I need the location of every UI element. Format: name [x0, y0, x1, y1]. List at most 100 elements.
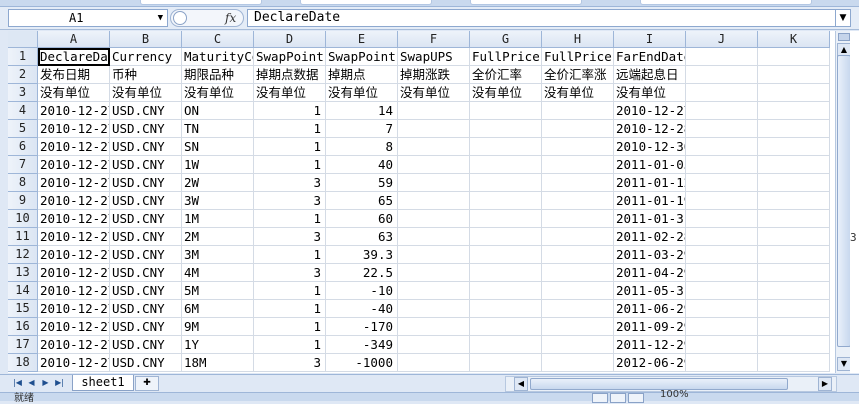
row-header-14[interactable]: 14	[8, 282, 38, 300]
sheet-tab-sheet1[interactable]: sheet1	[72, 375, 134, 391]
cell-j7[interactable]	[686, 156, 758, 174]
cell-f11[interactable]	[398, 228, 470, 246]
row-header-13[interactable]: 13	[8, 264, 38, 282]
row-header-4[interactable]: 4	[8, 102, 38, 120]
cell-c15[interactable]: 6M	[182, 300, 254, 318]
cell-d6[interactable]: 1	[254, 138, 326, 156]
cell-e16[interactable]: -170	[326, 318, 398, 336]
cell-h15[interactable]	[542, 300, 614, 318]
normal-view-icon[interactable]	[592, 393, 608, 403]
cell-j12[interactable]	[686, 246, 758, 264]
row-header-15[interactable]: 15	[8, 300, 38, 318]
column-header-j[interactable]: J	[686, 31, 758, 48]
cell-k18[interactable]	[758, 354, 830, 372]
cell-c9[interactable]: 3W	[182, 192, 254, 210]
cell-a16[interactable]: 2010-12-27	[38, 318, 110, 336]
cell-j10[interactable]	[686, 210, 758, 228]
cell-h7[interactable]	[542, 156, 614, 174]
cell-c16[interactable]: 9M	[182, 318, 254, 336]
cell-a6[interactable]: 2010-12-27	[38, 138, 110, 156]
cell-k10[interactable]	[758, 210, 830, 228]
cell-c7[interactable]: 1W	[182, 156, 254, 174]
cell-f7[interactable]	[398, 156, 470, 174]
cell-a11[interactable]: 2010-12-27	[38, 228, 110, 246]
cell-g5[interactable]	[470, 120, 542, 138]
cell-c8[interactable]: 2W	[182, 174, 254, 192]
cell-f2[interactable]: 掉期涨跌	[398, 66, 470, 84]
row-header-10[interactable]: 10	[8, 210, 38, 228]
cell-i13[interactable]: 2011-04-29	[614, 264, 686, 282]
cell-k7[interactable]	[758, 156, 830, 174]
cell-j16[interactable]	[686, 318, 758, 336]
select-all-corner[interactable]	[8, 31, 38, 48]
row-header-17[interactable]: 17	[8, 336, 38, 354]
cell-h5[interactable]	[542, 120, 614, 138]
column-header-g[interactable]: G	[470, 31, 542, 48]
cell-g2[interactable]: 全价汇率	[470, 66, 542, 84]
cell-f15[interactable]	[398, 300, 470, 318]
cell-b18[interactable]: USD.CNY	[110, 354, 182, 372]
cell-g7[interactable]	[470, 156, 542, 174]
cell-e14[interactable]: -10	[326, 282, 398, 300]
cell-c1[interactable]: MaturityCode	[182, 48, 254, 66]
row-header-7[interactable]: 7	[8, 156, 38, 174]
cell-c14[interactable]: 5M	[182, 282, 254, 300]
chevron-down-icon[interactable]: ▼	[158, 10, 163, 26]
expand-formula-bar-button[interactable]: ▼	[835, 9, 851, 27]
cell-h6[interactable]	[542, 138, 614, 156]
cell-g12[interactable]	[470, 246, 542, 264]
cell-g17[interactable]	[470, 336, 542, 354]
cell-j18[interactable]	[686, 354, 758, 372]
cell-j4[interactable]	[686, 102, 758, 120]
column-header-k[interactable]: K	[758, 31, 830, 48]
cell-e9[interactable]: 65	[326, 192, 398, 210]
column-header-a[interactable]: A	[38, 31, 110, 48]
zoom-level[interactable]: 100%	[660, 389, 689, 400]
cell-h18[interactable]	[542, 354, 614, 372]
prev-sheet-icon[interactable]: ◀	[26, 377, 37, 389]
cell-c5[interactable]: TN	[182, 120, 254, 138]
row-header-1[interactable]: 1	[8, 48, 38, 66]
cell-i12[interactable]: 2011-03-29	[614, 246, 686, 264]
cell-k14[interactable]	[758, 282, 830, 300]
cell-f5[interactable]	[398, 120, 470, 138]
cell-d4[interactable]: 1	[254, 102, 326, 120]
row-header-12[interactable]: 12	[8, 246, 38, 264]
cell-b14[interactable]: USD.CNY	[110, 282, 182, 300]
row-header-2[interactable]: 2	[8, 66, 38, 84]
cell-b9[interactable]: USD.CNY	[110, 192, 182, 210]
cell-e2[interactable]: 掉期点	[326, 66, 398, 84]
cell-g4[interactable]	[470, 102, 542, 120]
cell-b16[interactable]: USD.CNY	[110, 318, 182, 336]
vertical-scroll-thumb[interactable]	[837, 55, 851, 347]
page-break-view-icon[interactable]	[628, 393, 644, 403]
cell-a18[interactable]: 2010-12-27	[38, 354, 110, 372]
cell-h11[interactable]	[542, 228, 614, 246]
cell-d5[interactable]: 1	[254, 120, 326, 138]
cell-b10[interactable]: USD.CNY	[110, 210, 182, 228]
cell-d17[interactable]: 1	[254, 336, 326, 354]
cell-f12[interactable]	[398, 246, 470, 264]
cell-b13[interactable]: USD.CNY	[110, 264, 182, 282]
cell-i4[interactable]: 2010-12-27	[614, 102, 686, 120]
cell-k6[interactable]	[758, 138, 830, 156]
cell-j5[interactable]	[686, 120, 758, 138]
cell-d16[interactable]: 1	[254, 318, 326, 336]
cell-j17[interactable]	[686, 336, 758, 354]
cell-g8[interactable]	[470, 174, 542, 192]
cell-b2[interactable]: 币种	[110, 66, 182, 84]
cell-f16[interactable]	[398, 318, 470, 336]
cell-a7[interactable]: 2010-12-27	[38, 156, 110, 174]
cell-e8[interactable]: 59	[326, 174, 398, 192]
cell-j9[interactable]	[686, 192, 758, 210]
row-header-6[interactable]: 6	[8, 138, 38, 156]
cell-d9[interactable]: 3	[254, 192, 326, 210]
cell-d7[interactable]: 1	[254, 156, 326, 174]
cell-e1[interactable]: SwapPoint	[326, 48, 398, 66]
column-header-i[interactable]: I	[614, 31, 686, 48]
cell-c18[interactable]: 18M	[182, 354, 254, 372]
cell-a14[interactable]: 2010-12-27	[38, 282, 110, 300]
cell-k5[interactable]	[758, 120, 830, 138]
cell-e7[interactable]: 40	[326, 156, 398, 174]
cell-e3[interactable]: 没有单位	[326, 84, 398, 102]
